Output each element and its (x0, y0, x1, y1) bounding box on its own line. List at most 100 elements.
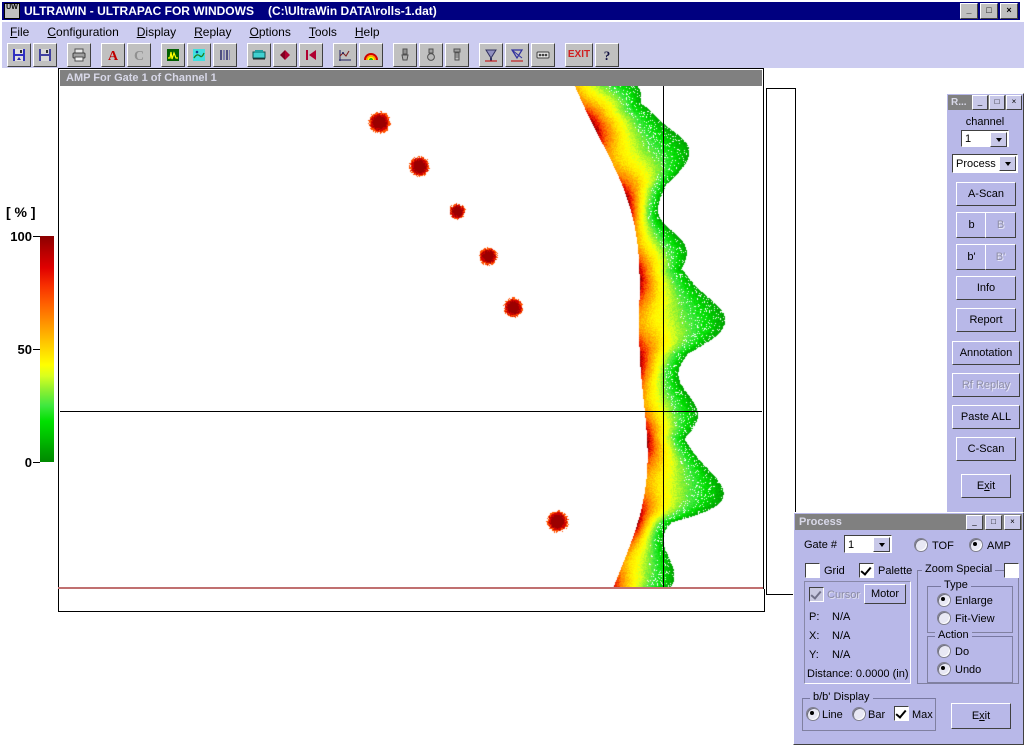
menu-item-help[interactable]: Help (355, 25, 380, 39)
menu-item-configuration[interactable]: Configuration (47, 25, 118, 39)
help-icon[interactable]: ? (595, 42, 619, 67)
svg-text:A: A (108, 49, 119, 63)
grid-label: Grid (824, 565, 845, 577)
a-scan-icon[interactable] (161, 42, 185, 67)
motor-icon[interactable] (531, 42, 555, 67)
bbp-bar-radio[interactable] (852, 707, 866, 721)
side-scan-panel[interactable] (766, 88, 796, 595)
save-file-icon[interactable] (33, 42, 57, 67)
axes-icon[interactable] (333, 42, 357, 67)
menu-item-display[interactable]: Display (137, 25, 176, 39)
scanner-icon[interactable] (247, 42, 271, 67)
probe1-icon[interactable] (393, 42, 417, 67)
tof-radio[interactable] (914, 538, 928, 552)
calibration-c-icon[interactable]: C (127, 42, 151, 67)
bbp-line-label: Line (822, 709, 843, 721)
b-scan-icon[interactable] (213, 42, 237, 67)
probe2-icon[interactable] (419, 42, 443, 67)
angle-beam-icon[interactable] (505, 42, 529, 67)
channel-select[interactable]: 1 (961, 130, 1009, 147)
gate-label: Gate # (804, 539, 838, 551)
menu-item-options[interactable]: Options (249, 25, 290, 39)
b-prime-lower-button[interactable]: b' (956, 244, 987, 270)
app-icon: UW (4, 3, 20, 19)
zoom-action-undo-radio[interactable] (937, 662, 951, 676)
bbp-line-radio[interactable] (806, 707, 820, 721)
cursor-checkbox[interactable] (809, 587, 824, 602)
zoom-special-checkbox[interactable] (1004, 563, 1019, 578)
zoom-action-do-radio[interactable] (937, 644, 951, 658)
info-button[interactable]: Info (956, 276, 1016, 300)
c-scan-button[interactable]: C-Scan (956, 437, 1016, 461)
legend-tick-50 (33, 349, 40, 350)
zoom-type-fitview-radio[interactable] (937, 611, 951, 625)
maximize-button[interactable]: □ (980, 3, 998, 19)
legend-tick-0 (33, 462, 40, 463)
close-button[interactable]: × (1000, 3, 1018, 19)
report-button[interactable]: Report (956, 308, 1016, 332)
process-maximize-button[interactable]: □ (985, 515, 1002, 530)
open-file-icon[interactable] (7, 42, 31, 67)
readout-x-key: X: (809, 630, 820, 642)
process-close-button[interactable]: × (1004, 515, 1021, 530)
palette-icon[interactable] (359, 42, 383, 67)
grid-checkbox[interactable] (805, 563, 820, 578)
zoom-action-do-label: Do (955, 646, 970, 658)
legend-label-50: 50 (17, 342, 32, 357)
chevron-down-icon[interactable] (990, 132, 1007, 147)
process-minimize-button[interactable]: _ (966, 515, 983, 530)
flip-icon[interactable] (273, 42, 297, 67)
annotation-a-icon[interactable]: A (101, 42, 125, 67)
zoom-action-undo-label: Undo (955, 664, 982, 676)
replay-minimize-button[interactable]: _ (972, 95, 988, 110)
replay-maximize-button[interactable]: □ (989, 95, 1005, 110)
gate-select[interactable]: 1 (844, 535, 892, 553)
a-scan-button[interactable]: A-Scan (956, 182, 1016, 206)
chevron-down-icon[interactable] (873, 537, 890, 552)
amp-radio[interactable] (969, 538, 983, 552)
replay-window-controls: _ □ × (972, 95, 1022, 110)
paste-all-button[interactable]: Paste ALL (952, 405, 1020, 429)
exit-icon[interactable]: EXIT (565, 42, 593, 67)
horizontal-cursor-line[interactable] (60, 411, 762, 412)
legend-title: [ % ] (6, 204, 36, 220)
replay-control-window: R... _ □ × channel 1 Process A-Scan b B … (946, 93, 1024, 513)
toolbar: A C EXIT ? (2, 41, 1024, 68)
probe3-icon[interactable] (445, 42, 469, 67)
svg-text:?: ? (604, 48, 611, 63)
minimize-button[interactable]: _ (960, 3, 978, 19)
replay-exit-button[interactable]: Exit (961, 474, 1011, 498)
b-lower-button[interactable]: b (956, 212, 987, 238)
cscan-plot[interactable] (60, 86, 762, 595)
c-scan-icon[interactable] (187, 42, 211, 67)
process-select[interactable]: Process (952, 154, 1018, 173)
annotation-button[interactable]: Annotation (952, 341, 1020, 365)
vertical-cursor-line[interactable] (663, 86, 664, 595)
readout-y-key: Y: (809, 649, 819, 661)
gate-icon[interactable] (479, 42, 503, 67)
zoom-type-enlarge-radio[interactable] (937, 593, 951, 607)
b-prime-upper-button[interactable]: B' (985, 244, 1016, 270)
app-title: ULTRAWIN - ULTRAPAC FOR WINDOWS (24, 4, 254, 18)
cscan-frame: AMP For Gate 1 of Channel 1 (58, 68, 764, 598)
menu-item-tools[interactable]: Tools (309, 25, 337, 39)
rf-replay-button[interactable]: Rf Replay (952, 373, 1020, 397)
print-icon[interactable] (67, 42, 91, 67)
process-exit-button[interactable]: Exit (951, 703, 1011, 729)
gate-value: 1 (848, 539, 855, 551)
rewind-icon[interactable] (299, 42, 323, 67)
menu-item-replay[interactable]: Replay (194, 25, 231, 39)
zoom-type-enlarge-label: Enlarge (955, 595, 993, 607)
svg-text:C: C (134, 49, 144, 63)
palette-checkbox[interactable] (859, 563, 874, 578)
window-controls: _ □ × (960, 3, 1018, 19)
chevron-down-icon[interactable] (999, 156, 1016, 171)
menu-bar: File Configuration Display Replay Option… (2, 22, 1024, 41)
b-upper-button[interactable]: B (985, 212, 1016, 238)
menu-item-file[interactable]: File (10, 25, 29, 39)
bottom-scan-panel[interactable] (58, 589, 765, 612)
bbp-max-checkbox[interactable] (894, 706, 909, 721)
replay-close-button[interactable]: × (1006, 95, 1022, 110)
amp-label: AMP (987, 540, 1011, 552)
motor-button[interactable]: Motor (864, 584, 906, 604)
